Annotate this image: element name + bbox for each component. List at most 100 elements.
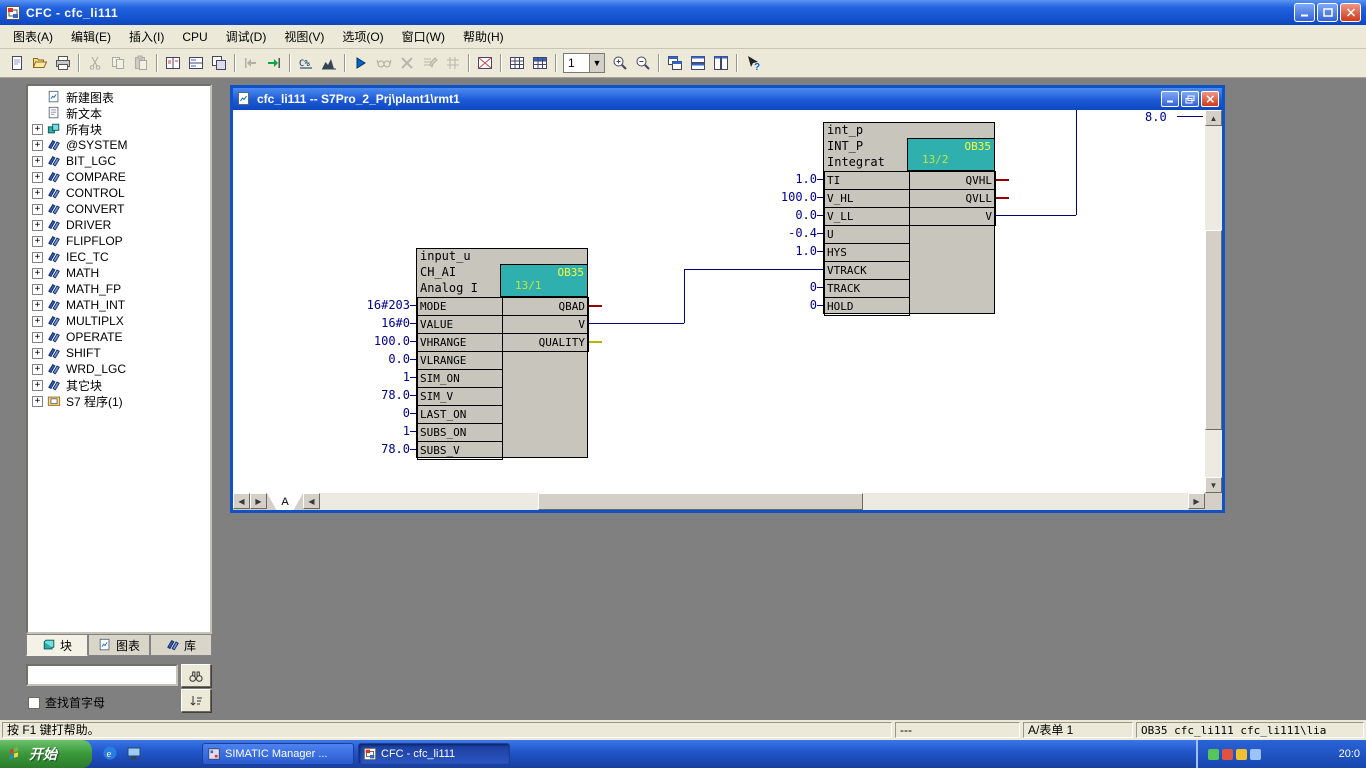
menu-item-6[interactable]: 视图(V) [275, 25, 333, 48]
ie-icon[interactable]: e [102, 745, 120, 763]
sheet-view-button[interactable] [473, 52, 496, 74]
tree-item-system[interactable]: +@SYSTEM [28, 137, 210, 153]
run-mode-button[interactable] [349, 52, 372, 74]
tree-item-all-blocks[interactable]: +所有块 [28, 121, 210, 137]
jump-to-button[interactable] [262, 52, 285, 74]
sheet-next-icon[interactable]: ▶ [250, 493, 267, 509]
tree-item-compare[interactable]: +COMPARE [28, 169, 210, 185]
tree-item-math-fp[interactable]: +MATH_FP [28, 281, 210, 297]
expand-icon[interactable]: + [32, 204, 43, 215]
chart-partition-button[interactable] [161, 52, 184, 74]
split-view-button[interactable] [184, 52, 207, 74]
tree-item-wrd-lgc[interactable]: +WRD_LGC [28, 361, 210, 377]
zoom-in-button[interactable] [608, 52, 631, 74]
input-sim_on[interactable]: SIM_ON [417, 369, 503, 388]
chart-close-button[interactable] [1201, 91, 1219, 107]
input-subs_on[interactable]: SUBS_ON [417, 423, 503, 442]
tree-item-operate[interactable]: +OPERATE [28, 329, 210, 345]
table-button[interactable] [505, 52, 528, 74]
table-header-button[interactable] [528, 52, 551, 74]
menu-item-5[interactable]: 调试(D) [217, 25, 276, 48]
menu-item-2[interactable]: 编辑(E) [62, 25, 120, 48]
output-qvll[interactable]: QVLL [909, 189, 996, 208]
chart-canvas[interactable]: 16#20316#0100.00.0178.00178.0input_uCH_A… [233, 110, 1205, 493]
scroll-left-icon[interactable]: ◀ [303, 493, 320, 509]
tree-item-math-int[interactable]: +MATH_INT [28, 297, 210, 313]
sort-initials-button[interactable] [181, 689, 211, 712]
sheet-tab[interactable]: A [267, 493, 303, 510]
maximize-button[interactable] [1317, 3, 1338, 22]
scroll-down-icon[interactable]: ▼ [1205, 477, 1222, 493]
input-subs_v[interactable]: SUBS_V [417, 441, 503, 460]
cascade-button[interactable] [663, 52, 686, 74]
find-initial-letter-checkbox[interactable]: 查找首字母 [28, 694, 105, 711]
block-int_p[interactable]: int_pINT_PIntegratOB3513/2TIV_HLV_LLUHYS… [823, 122, 995, 314]
menu-item-9[interactable]: 帮助(H) [454, 25, 513, 48]
horizontal-scrollbar[interactable] [320, 493, 1188, 510]
checkbox-icon[interactable] [28, 697, 40, 709]
input-vtrack[interactable]: VTRACK [824, 261, 910, 280]
expand-icon[interactable]: + [32, 332, 43, 343]
output-qvhl[interactable]: QVHL [909, 171, 996, 190]
menu-item-8[interactable]: 窗口(W) [393, 25, 454, 48]
chart-minimize-button[interactable] [1161, 91, 1179, 107]
tree-item-multiplx[interactable]: +MULTIPLX [28, 313, 210, 329]
expand-icon[interactable]: + [32, 300, 43, 311]
show-desktop-icon[interactable] [126, 745, 144, 763]
sheet-prev-icon[interactable]: ◀ [233, 493, 250, 509]
expand-icon[interactable]: + [32, 140, 43, 151]
tree-item-new-text[interactable]: 新文本 [28, 105, 210, 121]
expand-icon[interactable]: + [32, 380, 43, 391]
zoom-out-button[interactable] [631, 52, 654, 74]
open-button[interactable] [28, 52, 51, 74]
tray-icon-2[interactable] [1222, 749, 1233, 760]
tree-item-convert[interactable]: +CONVERT [28, 201, 210, 217]
horizontal-scroll-thumb[interactable] [538, 493, 863, 510]
input-track[interactable]: TRACK [824, 279, 910, 298]
chart-restore-button[interactable] [1181, 91, 1199, 107]
input-u[interactable]: U [824, 225, 910, 244]
task-button-simatic-manager[interactable]: SIMATIC Manager ... [202, 743, 354, 765]
expand-icon[interactable]: + [32, 268, 43, 279]
title-bar[interactable]: CFC - cfc_li111 [0, 0, 1366, 25]
print-button[interactable] [51, 52, 74, 74]
input-value[interactable]: VALUE [417, 315, 503, 334]
input-mode[interactable]: MODE [417, 297, 503, 316]
menu-item-7[interactable]: 选项(O) [333, 25, 392, 48]
find-button[interactable] [181, 664, 211, 687]
tree-item-s7-program[interactable]: +S7 程序(1) [28, 393, 210, 409]
search-input[interactable] [26, 664, 178, 686]
output-v[interactable]: V [909, 207, 996, 226]
tree-item-driver[interactable]: +DRIVER [28, 217, 210, 233]
menu-item-1[interactable]: 图表(A) [4, 25, 62, 48]
expand-icon[interactable]: + [32, 172, 43, 183]
compile-button[interactable]: C% [294, 52, 317, 74]
task-button-cfc[interactable]: CFC - cfc_li111 [358, 743, 510, 765]
output-qbad[interactable]: QBAD [502, 297, 589, 316]
task-assignment[interactable]: OB3513/2 [907, 138, 995, 171]
input-ti[interactable]: TI [824, 171, 910, 190]
tray-icon-1[interactable] [1208, 749, 1219, 760]
start-button[interactable]: 开始 [0, 740, 92, 768]
expand-icon[interactable]: + [32, 316, 43, 327]
tile-vertical-button[interactable] [709, 52, 732, 74]
input-hold[interactable]: HOLD [824, 297, 910, 316]
tree-item-flipflop[interactable]: +FLIPFLOP [28, 233, 210, 249]
context-help-button[interactable]: ? [741, 52, 764, 74]
input-v_hl[interactable]: V_HL [824, 189, 910, 208]
tray-icon-4[interactable] [1250, 749, 1261, 760]
output-v[interactable]: V [502, 315, 589, 334]
new-chart-button[interactable] [5, 52, 28, 74]
expand-icon[interactable]: + [32, 396, 43, 407]
tab-libraries[interactable]: 库 [150, 634, 212, 656]
expand-icon[interactable]: + [32, 284, 43, 295]
input-vhrange[interactable]: VHRANGE [417, 333, 503, 352]
tray-icon-3[interactable] [1236, 749, 1247, 760]
scroll-right-icon[interactable]: ▶ [1188, 493, 1205, 509]
vertical-scrollbar[interactable]: ▲ ▼ [1205, 110, 1222, 493]
tree-item-iec-tc[interactable]: +IEC_TC [28, 249, 210, 265]
tree-item-bit-lgc[interactable]: +BIT_LGC [28, 153, 210, 169]
input-sim_v[interactable]: SIM_V [417, 387, 503, 406]
input-vlrange[interactable]: VLRANGE [417, 351, 503, 370]
expand-icon[interactable]: + [32, 348, 43, 359]
